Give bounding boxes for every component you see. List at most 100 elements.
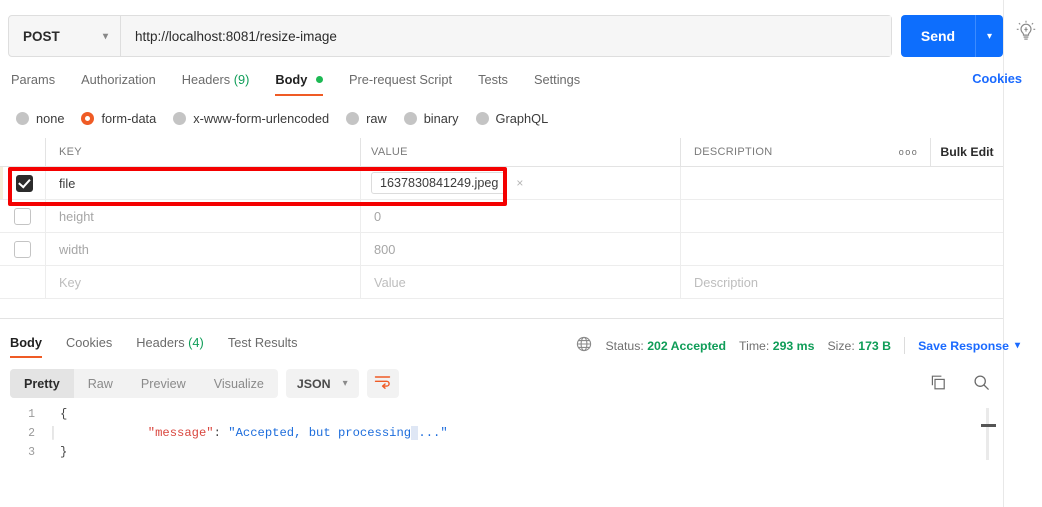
row-value-cell[interactable]: 1637830841249.jpeg × <box>361 167 681 199</box>
size-value: 173 B <box>858 338 892 353</box>
bulk-edit-label: Bulk Edit <box>940 145 994 159</box>
remove-file-icon[interactable]: × <box>516 176 523 190</box>
time-group: Time: 293 ms <box>739 339 814 353</box>
response-tab-headers[interactable]: Headers (4) <box>124 335 216 358</box>
body-type-raw-label: raw <box>366 110 387 126</box>
bulk-edit-button[interactable]: Bulk Edit <box>931 138 1003 166</box>
row-value-cell[interactable]: 0 <box>361 200 681 232</box>
code-scrollbar-thumb[interactable] <box>981 424 996 427</box>
tab-params[interactable]: Params <box>11 72 68 96</box>
table-row[interactable]: file 1637830841249.jpeg × <box>0 167 1003 200</box>
row-key-text: width <box>59 241 89 257</box>
row-description-cell[interactable] <box>681 233 1003 265</box>
response-tab-headers-label: Headers <box>136 335 185 350</box>
row-value-text: 0 <box>374 208 382 224</box>
chevron-down-icon: ▾ <box>1014 340 1020 351</box>
row-key-cell[interactable]: file <box>46 167 361 199</box>
code-text: "message": "Accepted, but processing ...… <box>60 405 448 462</box>
search-icon[interactable] <box>973 374 990 396</box>
body-type-none[interactable]: none <box>16 111 64 126</box>
line-number: 2 <box>28 427 35 440</box>
tab-body[interactable]: Body <box>262 72 336 96</box>
language-dropdown[interactable]: JSON ▾ <box>285 369 359 398</box>
tab-headers-count: (9) <box>233 72 250 87</box>
response-tab-body-label: Body <box>10 335 42 350</box>
response-action-icons <box>930 374 990 396</box>
response-tab-cookies-label: Cookies <box>66 335 113 350</box>
row-description-cell[interactable] <box>681 200 1003 232</box>
tab-headers-label: Headers <box>181 72 231 87</box>
line-number: 1 <box>28 408 35 421</box>
tab-settings[interactable]: Settings <box>521 72 593 96</box>
table-header-row: KEY VALUE DESCRIPTION ooo Bulk Edit <box>0 138 1003 167</box>
word-wrap-icon <box>374 374 391 394</box>
more-options-icon: ooo <box>898 147 919 157</box>
size-label: Size: <box>827 338 855 353</box>
row-value-text: 800 <box>374 241 396 257</box>
send-options-chevron-down-icon[interactable]: ▾ <box>975 15 1003 57</box>
cookies-link[interactable]: Cookies <box>972 71 1022 86</box>
row-key-cell[interactable]: height <box>46 200 361 232</box>
tab-pre-request-script[interactable]: Pre-request Script <box>336 72 465 96</box>
body-type-form-data[interactable]: form-data <box>81 111 156 126</box>
size-group: Size: 173 B <box>827 339 891 353</box>
word-wrap-button[interactable] <box>366 369 399 398</box>
time-value: 293 ms <box>772 338 815 353</box>
table-row[interactable]: height 0 <box>0 200 1003 233</box>
body-type-graphql[interactable]: GraphQL <box>475 111 548 126</box>
copy-icon[interactable] <box>930 374 947 396</box>
tab-authorization[interactable]: Authorization <box>68 72 169 96</box>
response-tabs: Body Cookies Headers (4) Test Results <box>10 330 310 358</box>
response-tab-body[interactable]: Body <box>10 335 54 358</box>
format-tab-preview[interactable]: Preview <box>127 369 200 398</box>
placeholder-key-cell[interactable]: Key <box>46 266 361 298</box>
format-segmented-control: Pretty Raw Preview Visualize <box>10 369 278 398</box>
table-options-button[interactable]: ooo <box>887 138 931 166</box>
save-response-button[interactable]: Save Response ▾ <box>918 339 1020 353</box>
radio-icon <box>346 111 360 125</box>
format-tab-raw[interactable]: Raw <box>74 369 127 398</box>
body-type-urlencoded[interactable]: x-www-form-urlencoded <box>173 111 329 126</box>
send-button[interactable]: Send <box>901 15 975 57</box>
row-checkbox[interactable] <box>14 240 31 258</box>
tab-body-label: Body <box>275 72 308 87</box>
file-chip-label: 1637830841249.jpeg <box>380 176 499 190</box>
response-status-bar: Status: 202 Accepted Time: 293 ms Size: … <box>576 336 1020 355</box>
radio-icon <box>475 111 489 125</box>
row-key-cell[interactable]: width <box>46 233 361 265</box>
format-tab-pretty[interactable]: Pretty <box>10 369 74 398</box>
row-checkbox[interactable] <box>14 207 31 225</box>
row-value-cell[interactable]: 800 <box>361 233 681 265</box>
body-type-raw[interactable]: raw <box>346 111 387 126</box>
fold-marker: │ <box>49 426 57 440</box>
radio-selected-icon <box>81 111 95 125</box>
globe-icon <box>576 336 592 355</box>
response-tab-test-results[interactable]: Test Results <box>216 335 310 358</box>
table-placeholder-row[interactable]: Key Value Description <box>0 266 1003 299</box>
request-url-input[interactable] <box>121 16 891 56</box>
response-tab-cookies[interactable]: Cookies <box>54 335 124 358</box>
row-checkbox[interactable] <box>15 174 33 192</box>
request-tabs: Params Authorization Headers (9) Body Pr… <box>0 64 1003 96</box>
chevron-down-icon: ▾ <box>102 30 108 42</box>
lightbulb-icon[interactable] <box>1016 20 1036 42</box>
http-method-dropdown[interactable]: POST ▾ <box>9 16 121 56</box>
body-type-binary[interactable]: binary <box>403 111 459 126</box>
tab-authorization-label: Authorization <box>81 72 156 87</box>
body-type-form-data-label: form-data <box>101 110 157 126</box>
placeholder-description-cell[interactable]: Description <box>681 266 1003 298</box>
placeholder-value-cell[interactable]: Value <box>361 266 681 298</box>
time-label: Time: <box>739 338 770 353</box>
response-body-code[interactable]: 1 { 2 │ "message": "Accepted, but proces… <box>0 405 980 507</box>
code-scrollbar-track[interactable] <box>986 408 989 460</box>
format-tab-visualize[interactable]: Visualize <box>200 369 278 398</box>
row-description-cell[interactable] <box>681 167 1003 199</box>
file-chip[interactable]: 1637830841249.jpeg <box>371 172 508 194</box>
tab-headers[interactable]: Headers (9) <box>169 72 263 96</box>
tab-tests[interactable]: Tests <box>465 72 521 96</box>
table-row[interactable]: width 800 <box>0 233 1003 266</box>
placeholder-description-text: Description <box>694 274 759 290</box>
radio-icon <box>403 111 417 125</box>
radio-icon <box>173 111 187 125</box>
